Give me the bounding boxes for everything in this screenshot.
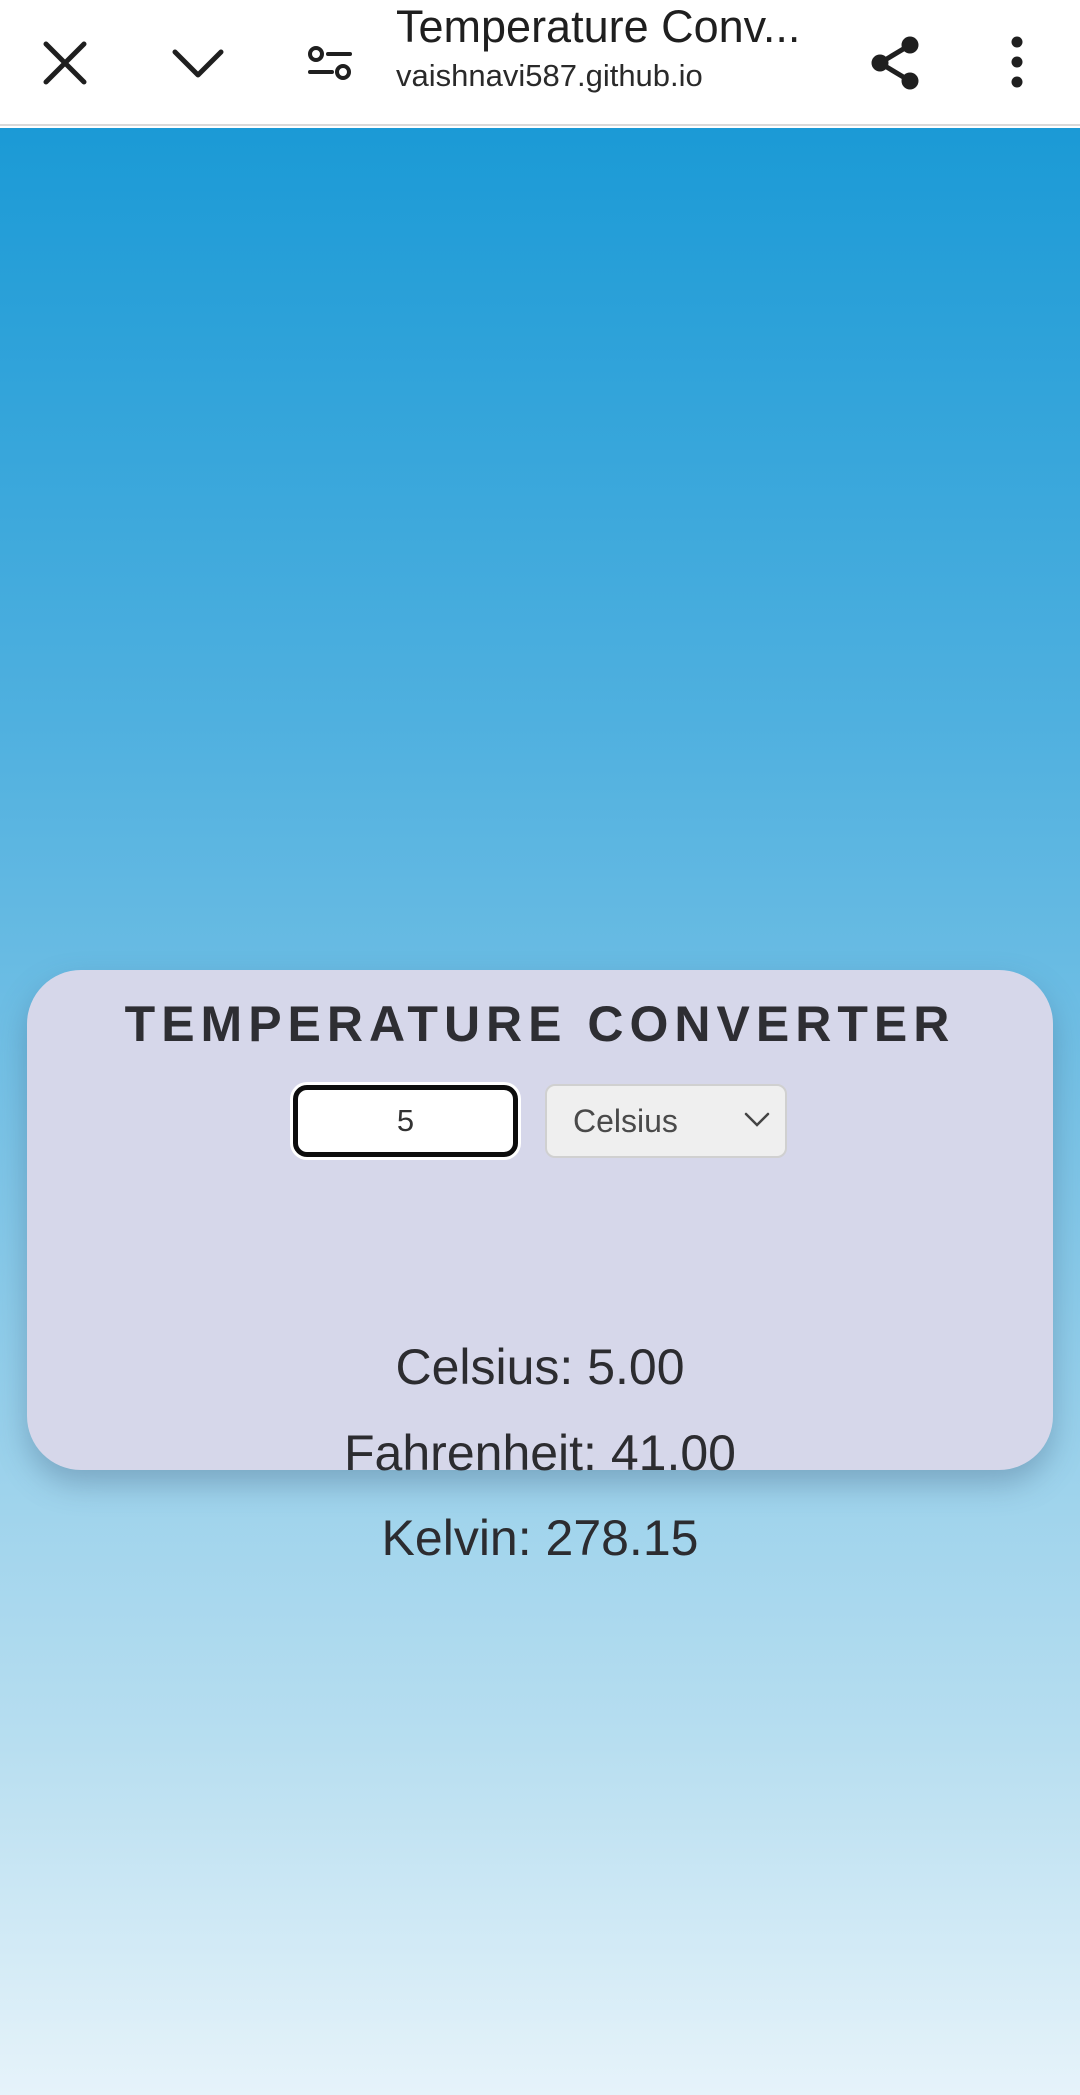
celsius-result: Celsius: 5.00 [395, 1339, 685, 1395]
page-title: Temperature Conv... [396, 1, 801, 52]
close-icon [43, 41, 87, 85]
more-vert-icon [1011, 36, 1023, 88]
chevron-down-icon [744, 1112, 770, 1127]
temperature-input[interactable] [293, 1085, 518, 1157]
page-settings-button[interactable] [280, 13, 380, 113]
unit-select[interactable]: Celsius [545, 1084, 787, 1158]
share-button[interactable] [845, 13, 945, 113]
browser-toolbar: Temperature Conv... vaishnavi587.github.… [0, 0, 1080, 126]
chevron-down-icon [172, 49, 224, 78]
minimize-button[interactable] [148, 13, 248, 113]
share-icon [871, 36, 919, 90]
page-viewport: TEMPERATURE CONVERTER Celsius Celsius: 5… [0, 128, 1080, 2095]
close-button[interactable] [15, 13, 115, 113]
converter-card: TEMPERATURE CONVERTER Celsius Celsius: 5… [27, 970, 1053, 1566]
tune-icon [308, 46, 352, 80]
unit-select-value: Celsius [573, 1103, 678, 1139]
page-title-block: Temperature Conv... vaishnavi587.github.… [396, 0, 826, 126]
converter-heading: TEMPERATURE CONVERTER [124, 996, 956, 1052]
kelvin-result: Kelvin: 278.15 [381, 1510, 699, 1566]
page-url: vaishnavi587.github.io [396, 58, 703, 93]
fahrenheit-result: Fahrenheit: 41.00 [344, 1425, 736, 1481]
more-options-button[interactable] [967, 13, 1067, 113]
